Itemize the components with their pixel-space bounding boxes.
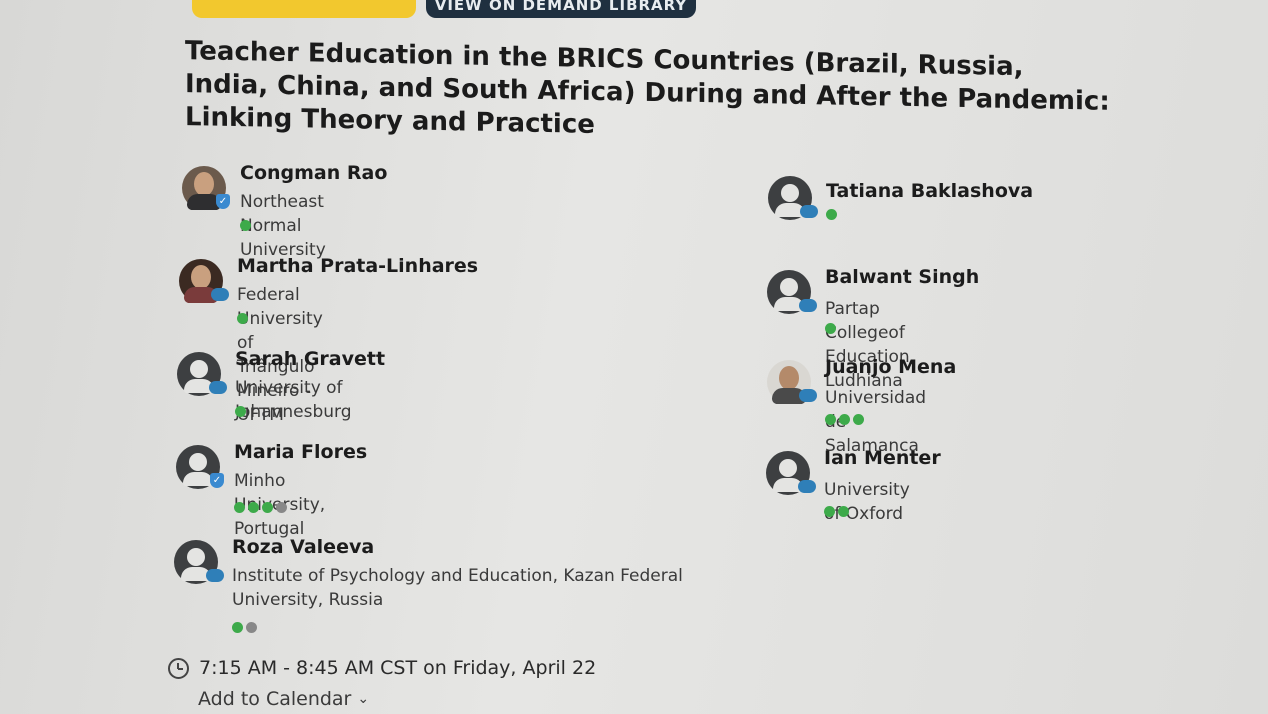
speaker-level-dots — [825, 414, 864, 425]
cloud-icon — [799, 298, 817, 312]
cloud-icon — [800, 204, 818, 218]
speaker-avatar — [179, 259, 229, 303]
speaker-organization: University of Oxford — [824, 480, 910, 524]
speaker-organization: Partap Collegeof Education, Ludhiana — [825, 299, 916, 391]
session-time: 7:15 AM - 8:45 AM CST on Friday, April 2… — [168, 657, 596, 679]
speaker-name[interactable]: Tatiana Baklashova — [826, 180, 1033, 202]
speaker-level-dots — [232, 622, 257, 633]
cloud-icon — [209, 380, 227, 394]
chevron-down-icon[interactable]: ⌄ — [357, 691, 369, 707]
cloud-icon — [211, 287, 229, 301]
session-time-text: 7:15 AM - 8:45 AM CST on Friday, April 2… — [199, 657, 597, 679]
speaker-avatar — [766, 451, 816, 495]
speaker-level-dots — [235, 406, 246, 417]
verified-shield-icon: ✓ — [216, 193, 230, 209]
speaker-avatar — [174, 540, 224, 584]
speaker-level-dots — [240, 220, 251, 231]
register-button[interactable] — [192, 0, 416, 18]
clock-icon — [168, 657, 189, 679]
cloud-icon — [799, 388, 817, 402]
speaker-avatar — [767, 270, 817, 314]
speaker-organization: Northeast Normal University — [240, 192, 326, 260]
speaker-level-dots — [826, 209, 837, 220]
speaker-name[interactable]: Ian Menter — [824, 447, 941, 469]
speaker-name[interactable]: Balwant Singh — [825, 266, 979, 288]
speaker-name[interactable]: Congman Rao — [240, 162, 387, 184]
speaker-level-dots — [824, 506, 849, 517]
speaker-name[interactable]: Roza Valeeva — [232, 536, 374, 558]
add-to-calendar-button[interactable]: Add to Calendar ⌄ — [198, 688, 369, 710]
add-to-calendar-label[interactable]: Add to Calendar — [198, 688, 351, 710]
speaker-level-dots — [234, 502, 287, 513]
speaker-organization: University of Johannesburg — [235, 378, 352, 422]
speaker-avatar: ✓ — [182, 166, 230, 210]
speaker-avatar — [767, 360, 817, 404]
speaker-name[interactable]: Martha Prata-Linhares — [237, 255, 478, 277]
speaker-name[interactable]: Maria Flores — [234, 441, 367, 463]
speaker-avatar: ✓ — [176, 445, 224, 489]
speaker-name[interactable]: Juanjo Mena — [825, 356, 956, 378]
verified-shield-icon: ✓ — [210, 472, 224, 488]
view-on-demand-library-button[interactable]: VIEW ON DEMAND LIBRARY — [426, 0, 696, 18]
cloud-icon — [206, 568, 224, 582]
speaker-avatar — [177, 352, 227, 396]
speaker-organization: Institute of Psychology and Education, K… — [232, 566, 683, 610]
speaker-name[interactable]: Sarah Gravett — [235, 348, 385, 370]
session-title: Teacher Education in the BRICS Countries… — [185, 36, 1110, 140]
speaker-level-dots — [237, 313, 248, 324]
cloud-icon — [798, 479, 816, 493]
speaker-avatar — [768, 176, 818, 220]
speaker-level-dots — [825, 323, 836, 334]
